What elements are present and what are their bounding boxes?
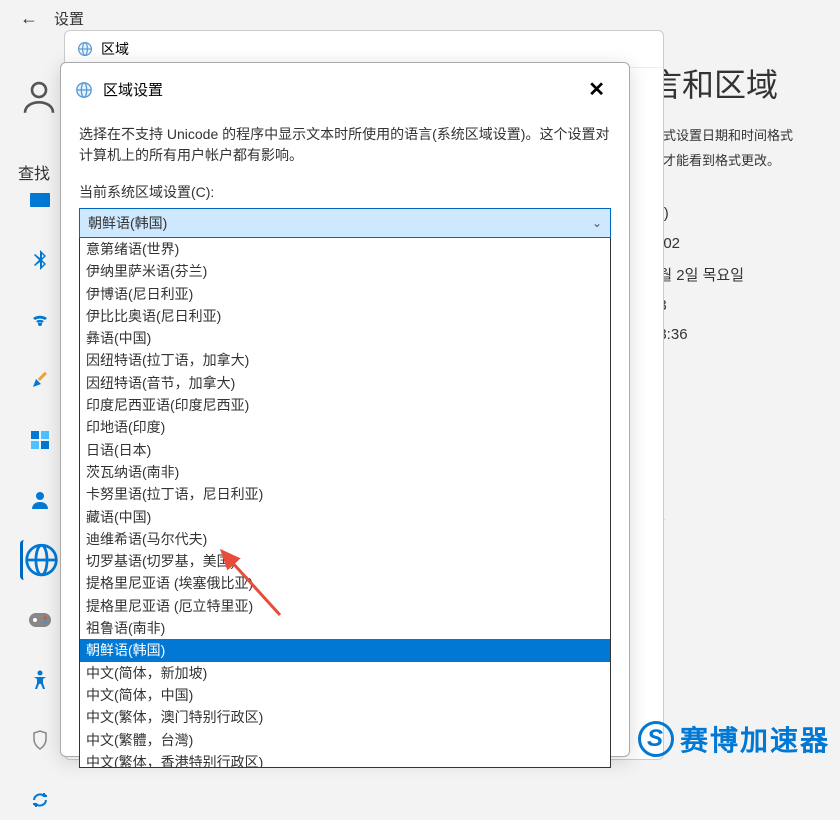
dropdown-item[interactable]: 卡努里语(拉丁语，尼日利亚) [80, 483, 610, 505]
dropdown-item[interactable]: 因纽特语(拉丁语，加拿大) [80, 349, 610, 371]
dialog-description: 选择在不支持 Unicode 的程序中显示文本时所使用的语言(系统区域设置)。这… [79, 124, 611, 166]
format-day: 일) [650, 202, 830, 223]
page-title: 设置 [54, 8, 84, 29]
desc-line-2: 开才能看到格式更改。 [650, 151, 830, 172]
desc-line-1: 格式设置日期和时间格式 [650, 126, 830, 147]
locale-combobox[interactable]: 朝鲜语(韩国) ⌄ 意第绪语(世界)伊纳里萨米语(芬兰)伊博语(尼日利亚)伊比比… [79, 208, 611, 768]
dropdown-item[interactable]: 提格里尼亚语 (厄立特里亚) [80, 595, 610, 617]
dropdown-item[interactable]: 迪维希语(马尔代夫) [80, 528, 610, 550]
system-icon[interactable] [20, 180, 60, 220]
dialog-body: 选择在不支持 Unicode 的程序中显示文本时所使用的语言(系统区域设置)。这… [61, 116, 629, 776]
update-icon[interactable] [20, 780, 60, 820]
right-title: 言和区域 [650, 60, 830, 106]
locale-dropdown-list[interactable]: 意第绪语(世界)伊纳里萨米语(芬兰)伊博语(尼日利亚)伊比比奥语(尼日利亚)彝语… [79, 238, 611, 768]
format-time-long: 03:36 [650, 326, 830, 343]
bluetooth-icon[interactable] [20, 240, 60, 280]
dropdown-item[interactable]: 伊博语(尼日利亚) [80, 283, 610, 305]
dropdown-item[interactable]: 切罗基语(切罗基，美国) [80, 550, 610, 572]
time-language-icon[interactable] [20, 540, 60, 580]
dropdown-item[interactable]: 因纽特语(音节，加拿大) [80, 372, 610, 394]
back-button[interactable]: ← [20, 8, 38, 29]
suggestion-text: 义 [650, 503, 830, 524]
accounts-icon[interactable] [20, 480, 60, 520]
dropdown-item[interactable]: 日语(日本) [80, 439, 610, 461]
dropdown-item[interactable]: 中文(繁體，台灣) [80, 729, 610, 751]
dropdown-item[interactable]: 印度尼西亚语(印度尼西亚) [80, 394, 610, 416]
dropdown-item[interactable]: 彝语(中国) [80, 327, 610, 349]
region-close-button[interactable] [635, 45, 651, 53]
apps-icon[interactable] [20, 420, 60, 460]
dropdown-item[interactable]: 伊比比奥语(尼日利亚) [80, 305, 610, 327]
region-settings-dialog: 区域设置 ✕ 选择在不支持 Unicode 的程序中显示文本时所使用的语言(系统… [60, 62, 630, 757]
dropdown-item[interactable]: 藏语(中国) [80, 506, 610, 528]
combo-selected-text: 朝鲜语(韩国) [88, 213, 167, 233]
dialog-close-button[interactable]: ✕ [578, 73, 615, 106]
dialog-titlebar: 区域设置 ✕ [61, 63, 629, 116]
combo-selected-display[interactable]: 朝鲜语(韩国) ⌄ [79, 208, 611, 238]
accessibility-icon[interactable] [20, 660, 60, 700]
format-date-short: 3-02 [650, 235, 830, 252]
watermark-text: 赛博加速器 [680, 719, 830, 759]
gaming-icon[interactable] [20, 600, 60, 640]
format-time-short: 03 [650, 297, 830, 314]
privacy-icon[interactable] [20, 720, 60, 760]
dropdown-item[interactable]: 中文(简体，中国) [80, 684, 610, 706]
dropdown-item[interactable]: 印地语(印度) [80, 416, 610, 438]
watermark-logo: S 赛博加速器 [638, 719, 830, 759]
region-window-title: 区域 [101, 39, 129, 59]
dropdown-item[interactable]: 中文(繁体，香港特别行政区) [80, 751, 610, 768]
dropdown-item[interactable]: 祖鲁语(南非) [80, 617, 610, 639]
dropdown-item[interactable]: 意第绪语(世界) [80, 238, 610, 260]
combo-label: 当前系统区域设置(C): [79, 182, 611, 202]
watermark-icon: S [638, 721, 674, 757]
dropdown-item[interactable]: 提格里尼亚语 (埃塞俄比亚) [80, 572, 610, 594]
dropdown-item[interactable]: 朝鲜语(韩国) [80, 639, 610, 661]
chevron-down-icon: ⌄ [592, 216, 602, 230]
dialog-title: 区域设置 [103, 79, 163, 100]
network-icon[interactable] [20, 300, 60, 340]
dropdown-item[interactable]: 伊纳里萨米语(芬兰) [80, 260, 610, 282]
dropdown-item[interactable]: 中文(简体，新加坡) [80, 662, 610, 684]
dropdown-item[interactable]: 茨瓦纳语(南非) [80, 461, 610, 483]
format-date-long: 3월 2일 목요일 [650, 264, 830, 285]
right-panel: 言和区域 格式设置日期和时间格式 开才能看到格式更改。 일) 3-02 3월 2… [650, 60, 830, 536]
personalization-icon[interactable] [20, 360, 60, 400]
dropdown-item[interactable]: 中文(繁体，澳门特别行政区) [80, 706, 610, 728]
